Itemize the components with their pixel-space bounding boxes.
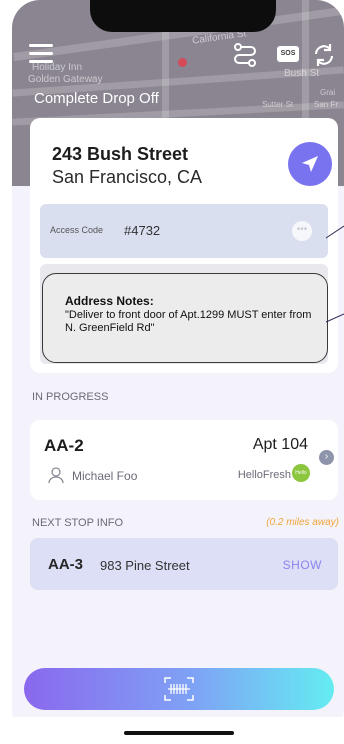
show-button[interactable]: SHOW (283, 558, 322, 572)
next-stop-street: 983 Pine Street (100, 558, 190, 573)
menu-icon[interactable] (29, 44, 53, 64)
company-name: HelloFresh (237, 469, 291, 481)
device-notch (90, 0, 276, 32)
home-indicator[interactable] (124, 731, 234, 735)
apartment-number: Apt 104 (252, 436, 308, 453)
scan-barcode-button[interactable] (24, 668, 334, 710)
more-dots-icon[interactable]: ••• (292, 221, 312, 241)
notes-title: Address Notes: (65, 294, 154, 308)
barcode-scan-icon (164, 677, 194, 701)
sos-icon[interactable]: SOS (277, 46, 299, 62)
access-code-label: Access Code (50, 225, 104, 235)
next-stop-card[interactable]: AA-3 983 Pine Street SHOW (30, 538, 338, 590)
access-code-box: Access Code #4732 ••• (40, 204, 328, 258)
next-stop-label: NEXT STOP INFO (32, 517, 124, 529)
navigate-button[interactable] (288, 142, 332, 186)
in-progress-card[interactable]: AA-2 Apt 104 Michael Foo HelloFresh Hell… (30, 420, 338, 500)
chevron-right-icon[interactable]: › (319, 450, 334, 465)
map-street-label: San Fr (314, 100, 339, 109)
notes-body: "Deliver to front door of Apt.1299 MUST … (65, 309, 312, 334)
map-street-label: Bush St (284, 68, 320, 79)
map-street-label: Sutter St (262, 100, 294, 109)
next-stop-code: AA-3 (48, 556, 84, 573)
refresh-icon[interactable] (311, 42, 337, 68)
next-stop-distance: (0.2 miles away) (266, 517, 339, 528)
phone-screen: California St Holiday Inn Golden Gateway… (12, 0, 344, 744)
map-pin (178, 58, 187, 67)
route-icon[interactable] (232, 42, 258, 68)
map-street-label: Grai (320, 88, 336, 97)
hellofresh-logo: Hello Fresh (292, 464, 310, 494)
stop-code: AA-2 (44, 436, 84, 455)
destination-city: San Francisco, CA (52, 167, 203, 187)
in-progress-label: IN PROGRESS (32, 391, 109, 403)
map-poi-label: Golden Gateway (28, 74, 103, 85)
person-icon (48, 467, 64, 483)
page-title: Complete Drop Off (34, 90, 159, 107)
access-code-value: #4732 (124, 223, 161, 238)
navigate-arrow-icon (302, 156, 318, 172)
destination-street: 243 Bush Street (52, 144, 189, 164)
address-notes-callout: Address Notes: "Deliver to front door of… (42, 273, 328, 363)
recipient-name: Michael Foo (72, 469, 138, 483)
